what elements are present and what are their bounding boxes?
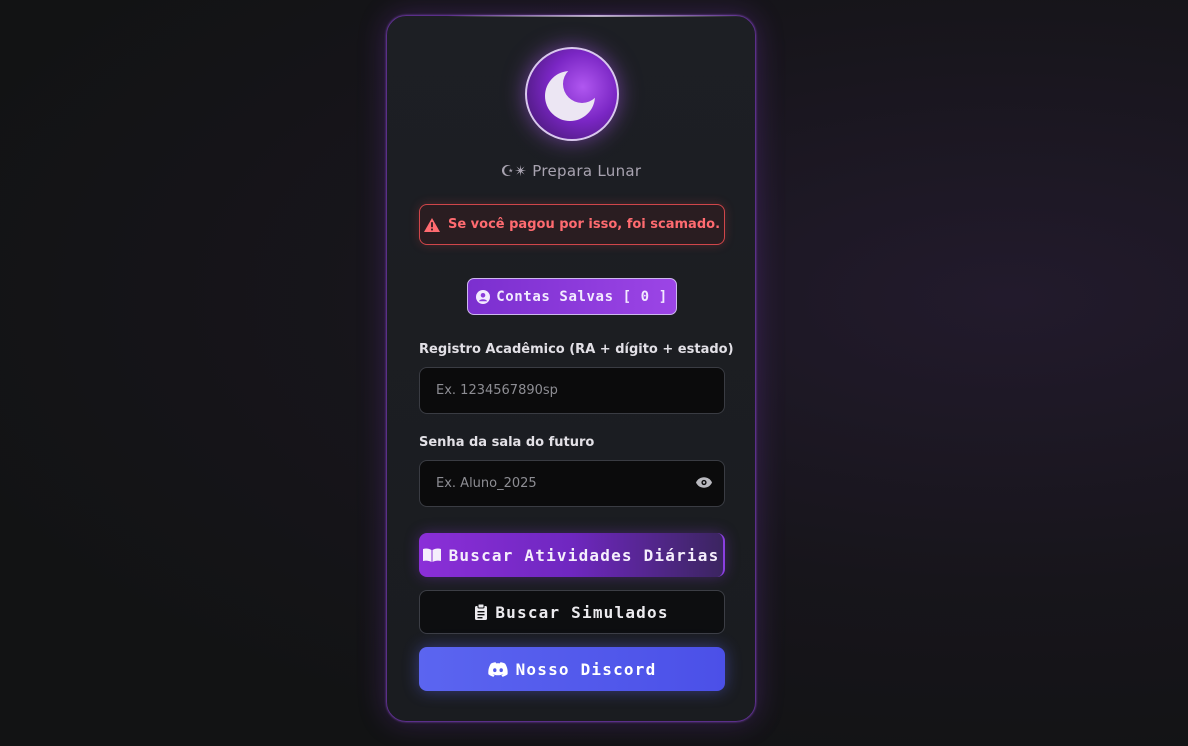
- ra-label: Registro Acadêmico (RA + dígito + estado…: [419, 342, 734, 357]
- toggle-password-visibility[interactable]: [696, 474, 712, 490]
- discord-label: Nosso Discord: [515, 659, 657, 679]
- saved-accounts-button[interactable]: Contas Salvas [ 0 ]: [467, 278, 677, 315]
- warning-triangle-icon: [423, 217, 440, 232]
- discord-button[interactable]: Nosso Discord: [419, 647, 725, 691]
- moon-logo: [525, 47, 619, 141]
- fetch-simulados-button[interactable]: Buscar Simulados: [419, 590, 725, 634]
- fetch-daily-activities-label: Buscar Atividades Diárias: [448, 545, 720, 565]
- password-input[interactable]: [419, 460, 725, 507]
- ra-input[interactable]: [419, 367, 725, 414]
- brand-name: ☪✴ Prepara Lunar: [500, 162, 642, 180]
- book-icon: [422, 548, 441, 562]
- user-circle-icon: [476, 289, 491, 304]
- fetch-daily-activities-button[interactable]: Buscar Atividades Diárias: [419, 533, 725, 577]
- warning-text: Se você pagou por isso, foi scamado.: [447, 217, 721, 232]
- login-card: ☪✴ Prepara Lunar Se você pagou por isso,…: [386, 15, 756, 722]
- eye-icon: [696, 476, 712, 488]
- clipboard-icon: [475, 604, 488, 620]
- password-label: Senha da sala do futuro: [419, 435, 595, 450]
- scam-warning: Se você pagou por isso, foi scamado.: [419, 204, 725, 245]
- fetch-simulados-label: Buscar Simulados: [495, 602, 669, 622]
- discord-icon: [487, 661, 508, 677]
- saved-accounts-label: Contas Salvas [ 0 ]: [496, 288, 668, 305]
- moon-icon: [545, 71, 595, 121]
